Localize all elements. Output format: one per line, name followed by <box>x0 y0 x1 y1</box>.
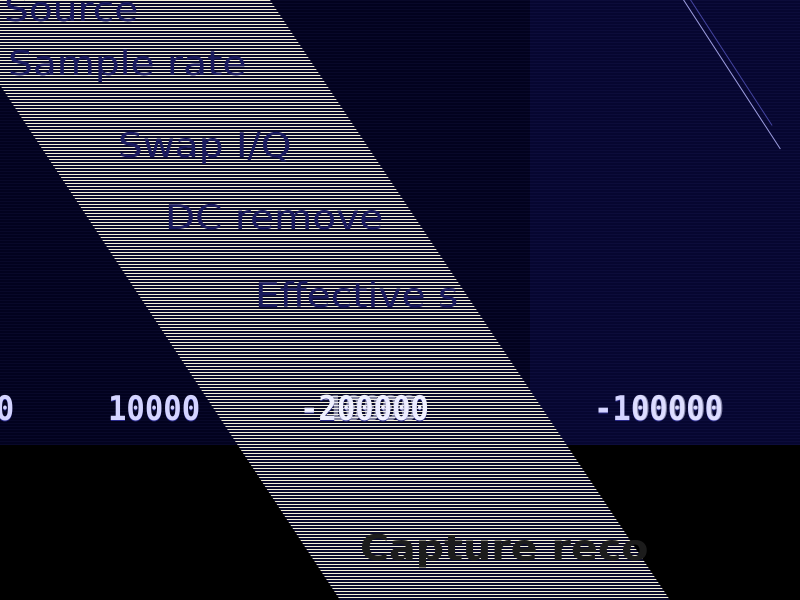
sample-rate-setting-label[interactable]: Sample rate <box>8 44 246 84</box>
sdr-settings-screen: Source Sample rate Swap I/Q DC remove Ef… <box>0 0 800 600</box>
spectrum-display-area <box>530 0 800 445</box>
axis-tick-label: 20000 <box>0 389 14 429</box>
source-setting-label[interactable]: Source <box>4 0 138 30</box>
axis-tick-ghost: 00000 <box>632 389 725 429</box>
swap-iq-setting-label[interactable]: Swap I/Q <box>118 126 291 166</box>
capture-record-button[interactable]: Capture reco <box>360 528 648 569</box>
dc-remove-setting-label[interactable]: DC remove <box>165 198 383 238</box>
effective-rate-setting-label: Effective s <box>255 276 459 316</box>
axis-tick-ghost: 10000 <box>326 389 419 429</box>
axis-tick-label: 10000 <box>108 389 201 429</box>
